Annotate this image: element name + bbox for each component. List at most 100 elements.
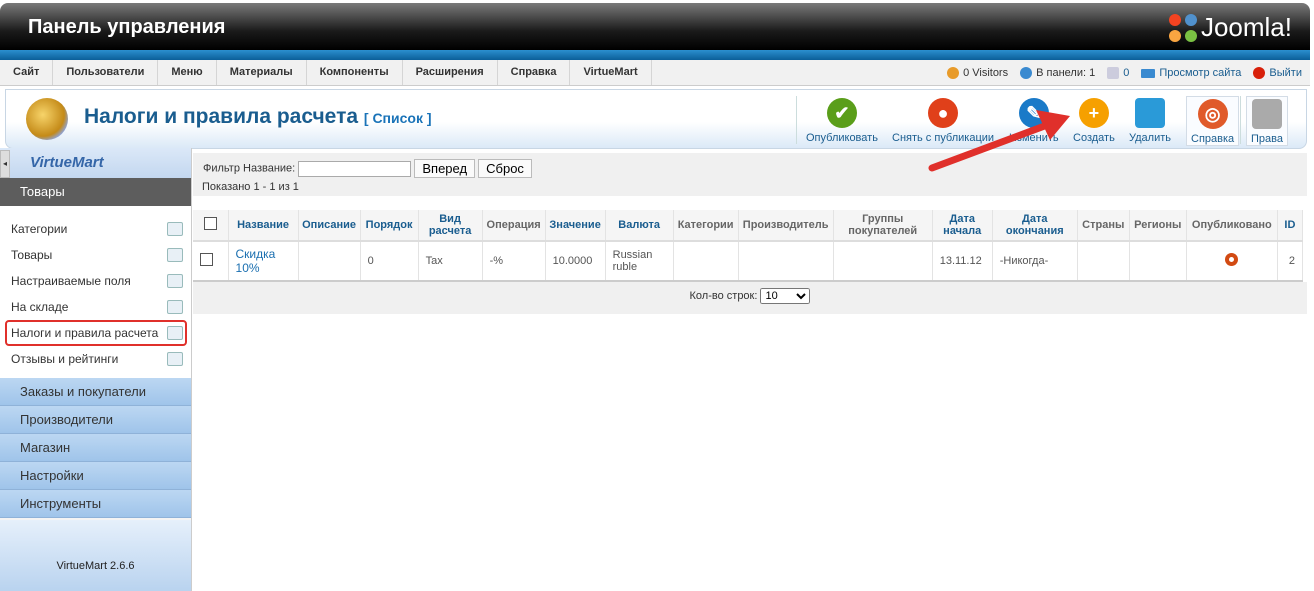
view-site-link[interactable]: Просмотр сайта bbox=[1141, 67, 1241, 79]
toolbar: Налоги и правила расчета [ Список ] ✔ Опу… bbox=[5, 89, 1307, 149]
sidebar-item-label: Настраиваемые поля bbox=[11, 274, 131, 288]
menu-item-0[interactable]: Сайт bbox=[0, 60, 54, 85]
select-all-header bbox=[193, 210, 229, 242]
unpublish-button[interactable]: ● Снять с публикации bbox=[892, 96, 994, 144]
column-header-15[interactable]: ID bbox=[1277, 210, 1304, 242]
rows-per-page-select[interactable]: 10 bbox=[760, 288, 811, 304]
sidebar-group-4[interactable]: Инструменты bbox=[0, 490, 191, 518]
header-stripe bbox=[0, 50, 1310, 60]
collapse-sidebar-button[interactable]: ◂ bbox=[0, 150, 10, 178]
menu-item-5[interactable]: Расширения bbox=[403, 60, 498, 85]
cell-3: Tax bbox=[418, 241, 483, 282]
rules-table: Название Описание Порядок Вид расчета Операц… bbox=[193, 210, 1304, 282]
trash-button[interactable]: Удалить bbox=[1129, 96, 1171, 144]
sidebar-item-0[interactable]: Категории bbox=[0, 216, 191, 242]
cell-13 bbox=[1129, 241, 1187, 282]
sidebar-item-icon bbox=[167, 248, 183, 262]
sidebar-item-label: Отзывы и рейтинги bbox=[11, 352, 119, 366]
sidebar-group-1[interactable]: Производители bbox=[0, 406, 191, 434]
column-header-4: Операция bbox=[482, 210, 546, 242]
logout-icon bbox=[1253, 67, 1266, 79]
column-header-13: Регионы bbox=[1129, 210, 1187, 242]
toolbar-label: Права bbox=[1251, 133, 1283, 145]
check-button[interactable]: ✔ Опубликовать bbox=[806, 96, 878, 144]
admins-status: В панели: 1 bbox=[1020, 67, 1095, 79]
monitor-icon bbox=[1141, 68, 1156, 78]
menu-item-7[interactable]: VirtueMart bbox=[570, 60, 652, 85]
version-label: VirtueMart 2.6.6 bbox=[56, 560, 135, 572]
lifebuoy-icon: ◎ bbox=[1197, 99, 1228, 129]
sidebar-item-icon bbox=[167, 222, 183, 236]
users-icon bbox=[1020, 67, 1033, 79]
published-toggle-icon[interactable] bbox=[1225, 253, 1239, 266]
sidebar-item-4[interactable]: Налоги и правила расчета bbox=[0, 320, 191, 346]
joomla-logo: Joomla! bbox=[1168, 12, 1292, 43]
cell-6: Russian ruble bbox=[605, 241, 674, 282]
sidebar-item-icon bbox=[167, 274, 183, 288]
lifebuoy-button[interactable]: ◎ Справка bbox=[1186, 96, 1240, 146]
cell-0[interactable]: Скидка 10% bbox=[228, 241, 299, 282]
reset-button[interactable]: Сброс bbox=[478, 159, 532, 178]
toolbar-label: Опубликовать bbox=[806, 132, 878, 144]
menu-item-6[interactable]: Справка bbox=[498, 60, 571, 85]
sidebar-section-products[interactable]: Товары bbox=[0, 178, 191, 206]
menu-item-4[interactable]: Компоненты bbox=[307, 60, 403, 85]
logout-link[interactable]: Выйти bbox=[1253, 67, 1302, 79]
column-header-8: Производитель bbox=[738, 210, 834, 242]
sidebar-group-0[interactable]: Заказы и покупатели bbox=[0, 378, 191, 406]
column-header-3[interactable]: Вид расчета bbox=[418, 210, 483, 242]
sidebar-item-label: Товары bbox=[11, 248, 53, 262]
menu-item-3[interactable]: Материалы bbox=[217, 60, 307, 85]
plus-button[interactable]: + Создать bbox=[1073, 96, 1115, 144]
cell-9 bbox=[833, 241, 933, 282]
column-header-9: Группы покупателей bbox=[833, 210, 933, 242]
pagination: Кол-во строк: 10 bbox=[193, 282, 1307, 314]
table-row: Скидка 10% 0 Tax -% 10.0000 Russian ruble 13.1… bbox=[193, 241, 1304, 282]
row-checkbox-cell bbox=[193, 241, 229, 282]
check-icon: ✔ bbox=[826, 98, 857, 128]
column-header-2[interactable]: Порядок bbox=[360, 210, 419, 242]
column-header-1[interactable]: Описание bbox=[298, 210, 361, 242]
sidebar-item-5[interactable]: Отзывы и рейтинги bbox=[0, 346, 191, 372]
joomla-logo-icon bbox=[1168, 13, 1197, 42]
column-header-10[interactable]: Дата начала bbox=[932, 210, 993, 242]
lock-button[interactable]: Права bbox=[1246, 96, 1288, 146]
sidebar-group-2[interactable]: Магазин bbox=[0, 434, 191, 462]
column-header-11[interactable]: Дата окончания bbox=[992, 210, 1078, 242]
filter-name-input[interactable] bbox=[298, 160, 412, 177]
toolbar-divider bbox=[796, 96, 797, 144]
column-header-12: Страны bbox=[1077, 210, 1130, 242]
cell-10: 13.11.12 bbox=[932, 241, 993, 282]
results-count: Показано 1 - 1 из 1 bbox=[202, 181, 299, 193]
main-content: Фильтр Название: Вперед Сброс Показано 1… bbox=[193, 153, 1307, 314]
column-header-5[interactable]: Значение bbox=[545, 210, 606, 242]
cell-2: 0 bbox=[360, 241, 419, 282]
sidebar-item-1[interactable]: Товары bbox=[0, 242, 191, 268]
menu-item-1[interactable]: Пользователи bbox=[53, 60, 159, 85]
edit-icon: ✎ bbox=[1018, 98, 1049, 128]
taxes-icon bbox=[26, 98, 68, 140]
plus-icon: + bbox=[1078, 98, 1109, 128]
menu-item-2[interactable]: Меню bbox=[158, 60, 217, 85]
row-checkbox[interactable] bbox=[200, 253, 213, 266]
sidebar-item-2[interactable]: Настраиваемые поля bbox=[0, 268, 191, 294]
cell-8 bbox=[738, 241, 834, 282]
sidebar-group-3[interactable]: Настройки bbox=[0, 462, 191, 490]
toolbar-label: Создать bbox=[1073, 132, 1115, 144]
toolbar-label: Удалить bbox=[1129, 132, 1171, 144]
filter-bar: Фильтр Название: Вперед Сброс Показано 1… bbox=[193, 153, 1307, 196]
rows-label: Кол-во строк: bbox=[689, 289, 758, 302]
edit-button[interactable]: ✎ Изменить bbox=[1009, 96, 1059, 144]
column-header-0[interactable]: Название bbox=[228, 210, 299, 242]
messages-link[interactable]: 0 bbox=[1107, 67, 1129, 79]
sidebar-item-icon bbox=[167, 300, 183, 314]
column-header-6[interactable]: Валюта bbox=[605, 210, 674, 242]
status-bar: 0 Visitors В панели: 1 0 Просмотр сайта … bbox=[947, 60, 1302, 86]
mail-icon bbox=[1107, 67, 1120, 79]
go-button[interactable]: Вперед bbox=[414, 159, 476, 178]
header-title: Панель управления bbox=[28, 16, 226, 38]
column-header-14: Опубликовано bbox=[1186, 210, 1278, 242]
select-all-checkbox[interactable] bbox=[203, 217, 217, 230]
sidebar-item-3[interactable]: На складе bbox=[0, 294, 191, 320]
sidebar-footer bbox=[0, 520, 191, 591]
